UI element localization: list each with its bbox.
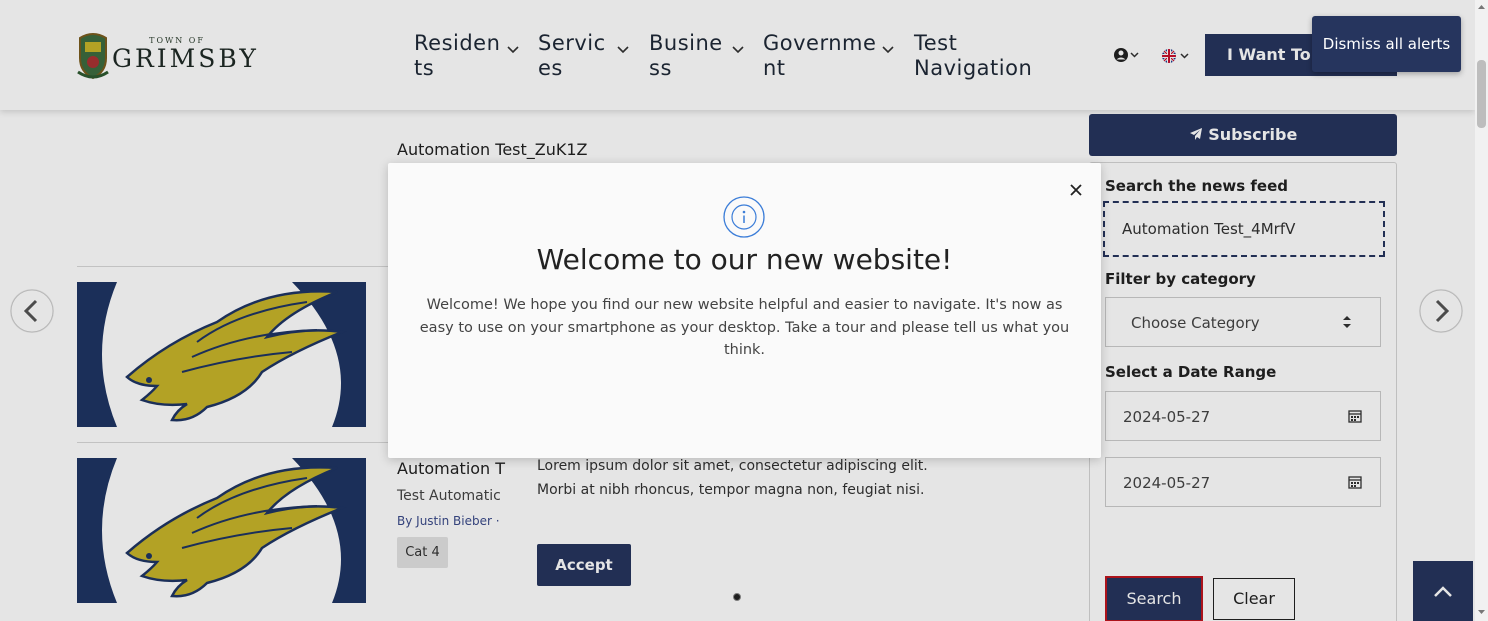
scroll-down-icon[interactable] [1475,607,1488,617]
modal-title: Welcome to our new website! [536,243,953,276]
welcome-modal: Welcome to our new website! Welcome! We … [388,163,1101,458]
info-icon [723,196,765,238]
scroll-up-icon[interactable] [1475,2,1488,12]
close-icon[interactable] [1066,180,1086,200]
scroll-thumb[interactable] [1477,60,1486,128]
modal-body: Welcome! We hope you find our new websit… [419,297,1070,358]
page-scrollbar[interactable] [1475,0,1488,621]
dismiss-all-alerts-button[interactable]: Dismiss all alerts [1312,16,1461,72]
